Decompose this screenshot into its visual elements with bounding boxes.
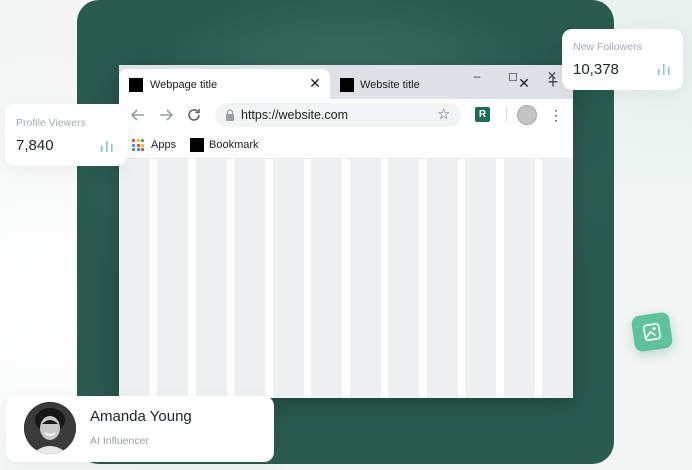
toolbar-divider xyxy=(506,108,507,122)
tab-title: Webpage title xyxy=(150,79,218,91)
browser-window: Webpage title ✕ Website title ✕ – ◻ ✕ + … xyxy=(119,65,573,398)
stat-label: New Followers xyxy=(573,41,642,53)
maximize-icon[interactable]: ◻ xyxy=(505,68,521,84)
reload-icon[interactable] xyxy=(185,106,203,124)
layout-column xyxy=(465,159,496,398)
person-name: Amanda Young xyxy=(90,408,192,425)
tab-favicon xyxy=(340,78,354,92)
tab-webpage[interactable]: Webpage title ✕ xyxy=(119,69,330,99)
new-followers-card: New Followers 10,378 xyxy=(562,29,683,90)
browser-toolbar: https://website.com ☆ R ⋮ xyxy=(119,99,573,131)
minimize-icon[interactable]: – xyxy=(469,68,485,84)
tab-title: Website title xyxy=(360,79,420,91)
url-text: https://website.com xyxy=(241,108,348,122)
image-badge xyxy=(630,311,674,353)
bookmark-favicon xyxy=(190,138,204,152)
page-content-placeholder xyxy=(119,159,573,398)
new-tab-icon[interactable]: + xyxy=(545,73,561,91)
avatar xyxy=(24,402,76,454)
layout-column xyxy=(504,159,535,398)
profile-card: Amanda Young AI Influencer xyxy=(6,396,274,462)
bookmark-star-icon[interactable]: ☆ xyxy=(437,106,450,124)
person-role: AI Influencer xyxy=(90,435,149,447)
browser-profile-avatar[interactable] xyxy=(517,105,537,125)
lock-icon xyxy=(226,109,234,121)
layout-column xyxy=(542,159,573,398)
bookmarks-bar: Apps Bookmark xyxy=(119,131,573,159)
tab-website[interactable]: Website title ✕ xyxy=(332,69,532,99)
layout-column xyxy=(157,159,188,398)
tab-close-icon[interactable]: ✕ xyxy=(307,75,323,91)
apps-grid-icon[interactable] xyxy=(132,139,144,151)
bookmark-apps[interactable]: Apps xyxy=(151,139,176,151)
bookmark-item[interactable]: Bookmark xyxy=(209,139,259,151)
layout-column xyxy=(388,159,419,398)
back-arrow-icon[interactable] xyxy=(129,106,147,124)
layout-column xyxy=(350,159,381,398)
tab-strip: Webpage title ✕ Website title ✕ – ◻ ✕ + xyxy=(119,65,573,99)
layout-column xyxy=(234,159,265,398)
menu-dots-icon[interactable]: ⋮ xyxy=(549,105,563,125)
bar-chart-icon xyxy=(658,64,670,75)
layout-column xyxy=(119,159,150,398)
extension-icon[interactable]: R xyxy=(475,107,490,122)
forward-arrow-icon[interactable] xyxy=(157,106,175,124)
layout-column xyxy=(196,159,227,398)
layout-column xyxy=(273,159,304,398)
image-icon xyxy=(643,323,661,341)
layout-column xyxy=(427,159,458,398)
address-bar[interactable]: https://website.com ☆ xyxy=(215,103,461,127)
layout-column xyxy=(311,159,342,398)
stat-value: 7,840 xyxy=(16,137,54,154)
tab-favicon xyxy=(129,78,143,92)
bar-chart-icon xyxy=(101,141,113,152)
stat-label: Profile Viewers xyxy=(16,117,86,129)
stat-value: 10,378 xyxy=(573,61,619,78)
profile-viewers-card: Profile Viewers 7,840 xyxy=(5,104,127,166)
